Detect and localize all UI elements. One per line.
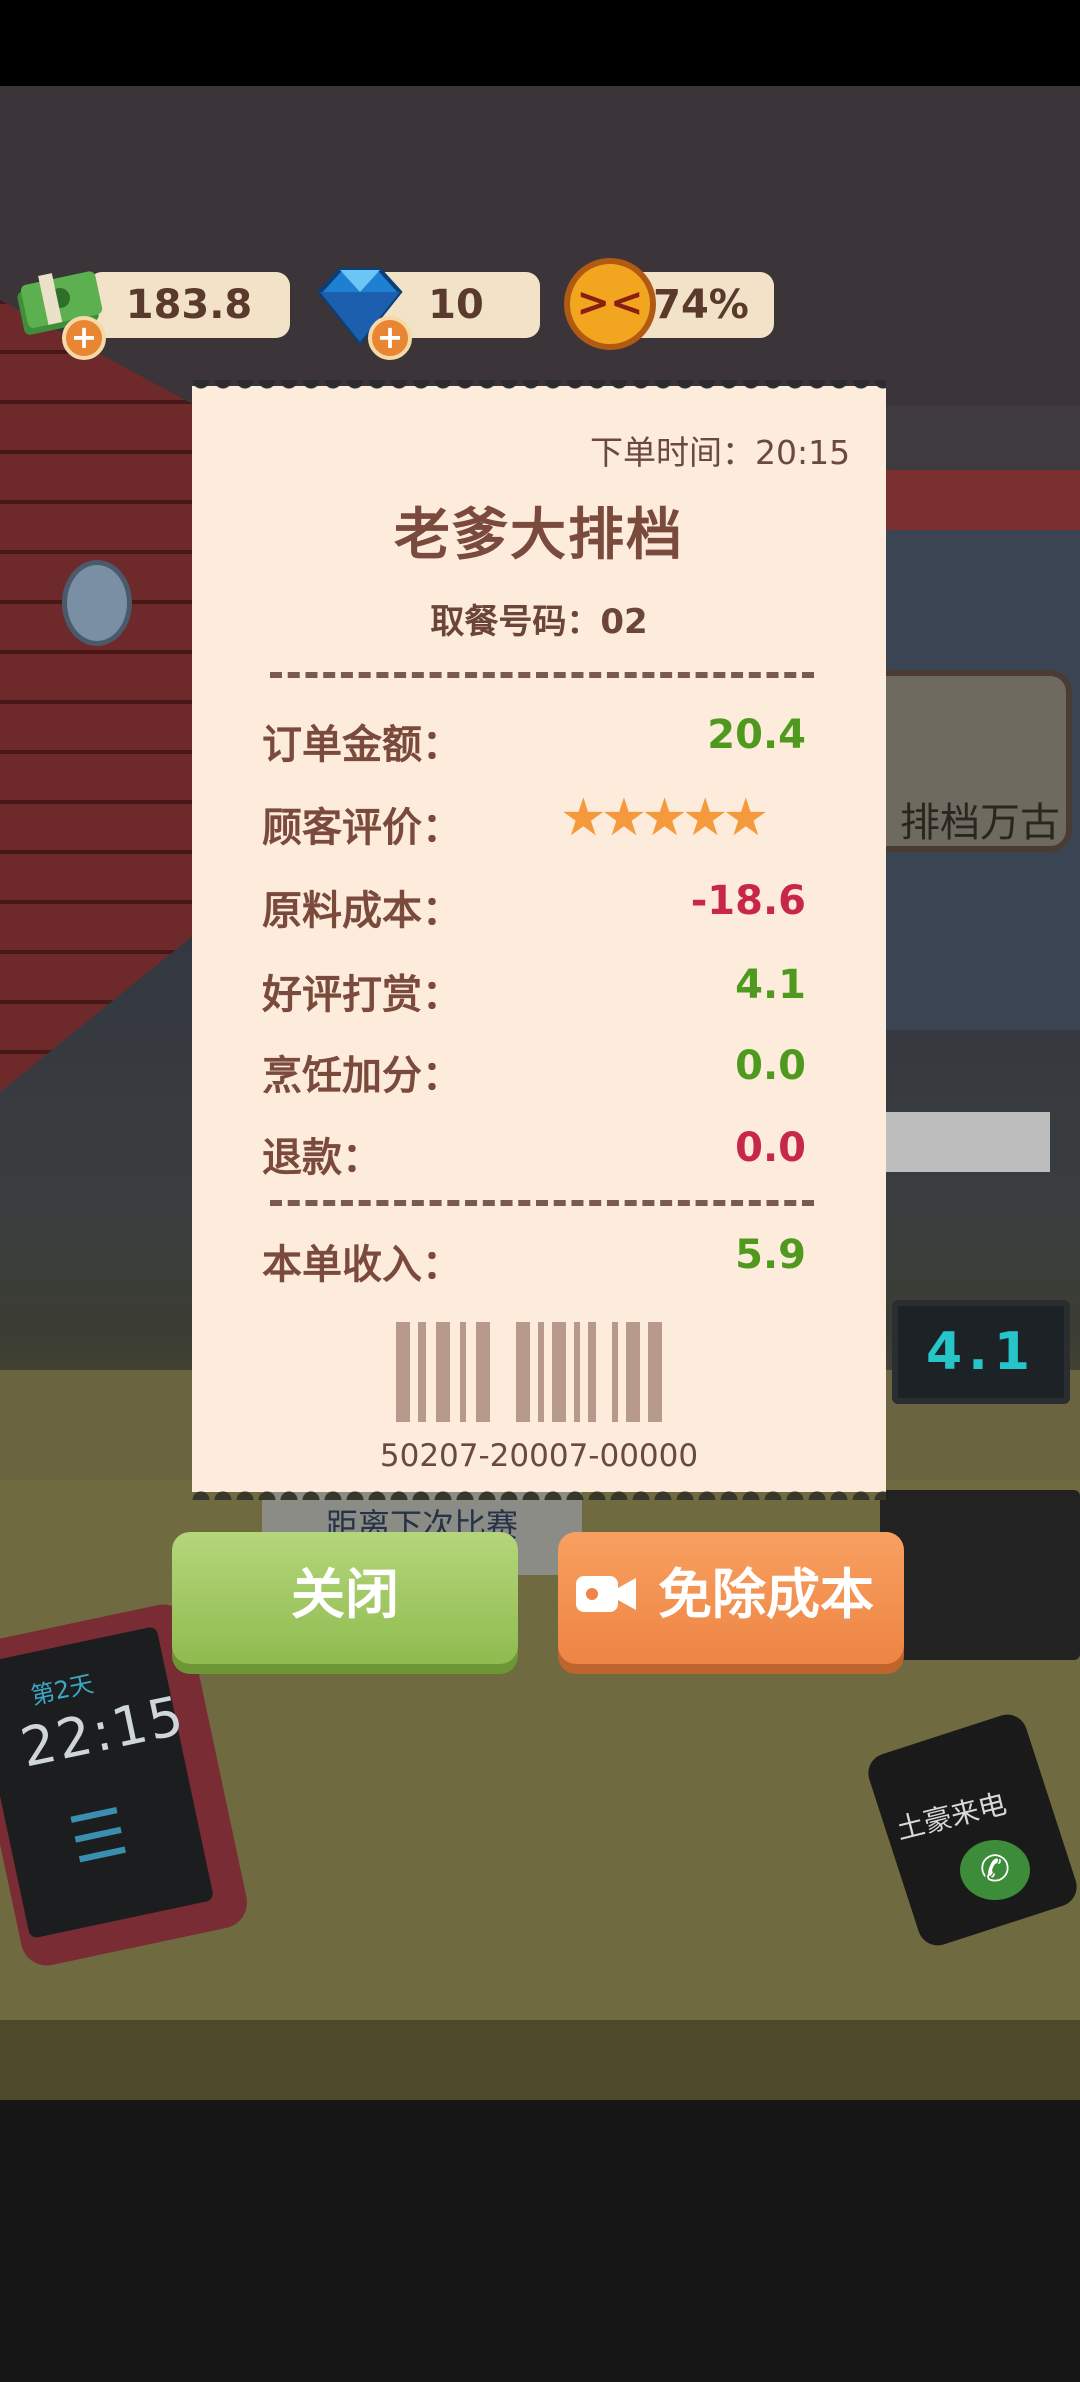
shop-sign-text: 排档万古 — [900, 800, 1060, 846]
pickup-number: 取餐号码：02 — [430, 602, 648, 642]
shop-name: 老爹大排档 — [394, 503, 684, 568]
tip-label: 好评打赏： — [262, 972, 462, 1018]
navigation-bar — [0, 2100, 1080, 2382]
ingredient-cost-label: 原料成本： — [262, 888, 462, 934]
barcode — [396, 1322, 662, 1422]
wall-clock-icon — [62, 560, 132, 646]
status-bar — [0, 0, 1080, 86]
order-amount-label: 订单金额： — [262, 722, 462, 768]
money-counter: 183.8 — [88, 272, 290, 338]
refund-label: 退款： — [262, 1135, 382, 1181]
remove-cost-label: 免除成本 — [658, 1563, 874, 1626]
close-button[interactable]: 关闭 — [172, 1532, 518, 1664]
table — [880, 1112, 1050, 1172]
cooking-bonus-label: 烹饪加分： — [262, 1053, 462, 1099]
receipt-bottom-edge — [192, 1482, 886, 1500]
order-income-value: 5.9 — [735, 1232, 806, 1278]
phone-icon[interactable]: ✆ — [960, 1840, 1030, 1900]
tablet-screen[interactable] — [0, 1625, 215, 1939]
add-money-button[interactable]: + — [62, 316, 106, 360]
order-income-label: 本单收入： — [262, 1242, 462, 1288]
cooking-bonus-value: 0.0 — [735, 1043, 806, 1089]
score-display: 4.1 — [892, 1300, 1070, 1404]
ceiling — [0, 86, 1080, 406]
video-camera-icon — [576, 1576, 636, 1612]
order-amount-value: 20.4 — [707, 712, 806, 758]
desk-edge — [0, 2020, 1080, 2100]
divider — [270, 672, 814, 678]
add-gems-button[interactable]: + — [368, 316, 412, 360]
star-rating: ★★★★★ — [560, 788, 769, 848]
divider — [270, 1200, 814, 1206]
ingredient-cost-value: -18.6 — [690, 878, 806, 924]
receipt-top-edge — [192, 380, 886, 398]
customer-rating-label: 顾客评价： — [262, 805, 462, 851]
tip-value: 4.1 — [735, 962, 806, 1008]
laughing-face-icon: >< — [564, 258, 656, 350]
cash-register — [880, 1490, 1080, 1660]
refund-value: 0.0 — [735, 1125, 806, 1171]
order-time: 下单时间：20:15 — [590, 433, 851, 472]
barcode-number: 50207-20007-00000 — [379, 1438, 699, 1474]
